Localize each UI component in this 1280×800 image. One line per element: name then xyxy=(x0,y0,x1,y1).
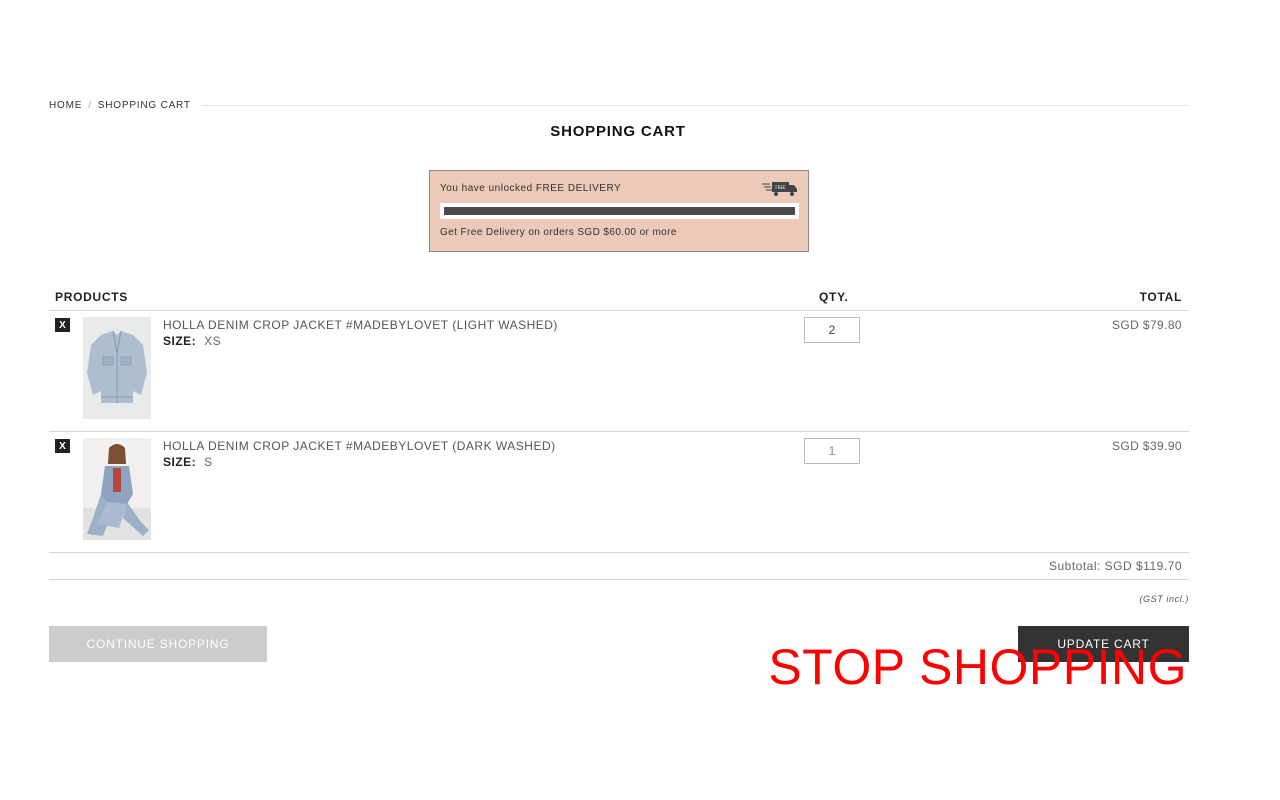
page-title: SHOPPING CART xyxy=(550,123,686,140)
line-total: SGD $79.80 xyxy=(1111,318,1182,332)
column-header-qty: QTY. xyxy=(819,290,849,304)
subtotal-amount: Subtotal: SGD $119.70 xyxy=(1048,559,1182,573)
cart-item-row: X HOLLA DENIM CROP JACKET #MADEBYLOVET (… xyxy=(49,311,1189,432)
breadcrumb-separator: / xyxy=(88,99,92,111)
breadcrumb-current[interactable]: SHOPPING CART xyxy=(98,100,191,111)
size-label: SIZE: xyxy=(163,334,197,348)
size-label: SIZE: xyxy=(163,455,197,469)
truck-badge-text: FREE xyxy=(775,185,786,190)
remove-item-button[interactable]: X xyxy=(55,318,70,332)
free-delivery-threshold-note: Get Free Delivery on orders SGD $60.00 o… xyxy=(440,227,677,238)
subtotal-row: Subtotal: SGD $119.70 xyxy=(49,553,1189,580)
stop-shopping-overlay-text: STOP SHOPPING xyxy=(768,639,1187,695)
size-value: XS xyxy=(204,334,222,348)
product-name-link[interactable]: HOLLA DENIM CROP JACKET #MADEBYLOVET (LI… xyxy=(163,318,558,332)
breadcrumb: HOME / SHOPPING CART xyxy=(49,99,1189,111)
breadcrumb-home-link[interactable]: HOME xyxy=(49,100,82,111)
product-size: SIZE: XS xyxy=(163,334,221,348)
free-delivery-message: You have unlocked FREE DELIVERY xyxy=(440,183,622,194)
free-delivery-panel: You have unlocked FREE DELIVERY FREE Get… xyxy=(429,170,809,252)
column-header-total: TOTAL xyxy=(1139,290,1182,304)
cart-page: HOME / SHOPPING CART SHOPPING CART You h… xyxy=(0,0,1280,800)
free-delivery-progress-bar xyxy=(440,203,799,219)
free-delivery-progress-fill xyxy=(444,207,795,215)
column-header-products: PRODUCTS xyxy=(55,290,128,304)
remove-item-button[interactable]: X xyxy=(55,439,70,453)
product-thumbnail-dark-washed[interactable] xyxy=(83,438,151,540)
product-thumbnail-light-washed[interactable] xyxy=(83,317,151,419)
delivery-truck-icon: FREE xyxy=(762,182,797,196)
continue-shopping-button[interactable]: CONTINUE SHOPPING xyxy=(49,626,267,662)
quantity-input[interactable] xyxy=(804,438,860,464)
quantity-input[interactable] xyxy=(804,317,860,343)
line-total: SGD $39.90 xyxy=(1111,439,1182,453)
cart-table-header: PRODUCTS QTY. TOTAL xyxy=(49,287,1189,311)
size-value: S xyxy=(204,455,213,469)
product-name-link[interactable]: HOLLA DENIM CROP JACKET #MADEBYLOVET (DA… xyxy=(163,439,556,453)
gst-note: (GST incl.) xyxy=(1139,594,1189,604)
product-size: SIZE: S xyxy=(163,455,213,469)
cart-item-row: X HOLLA DENIM CROP JACKET #MADEBYLOVET (… xyxy=(49,432,1189,553)
breadcrumb-divider xyxy=(201,104,1189,106)
